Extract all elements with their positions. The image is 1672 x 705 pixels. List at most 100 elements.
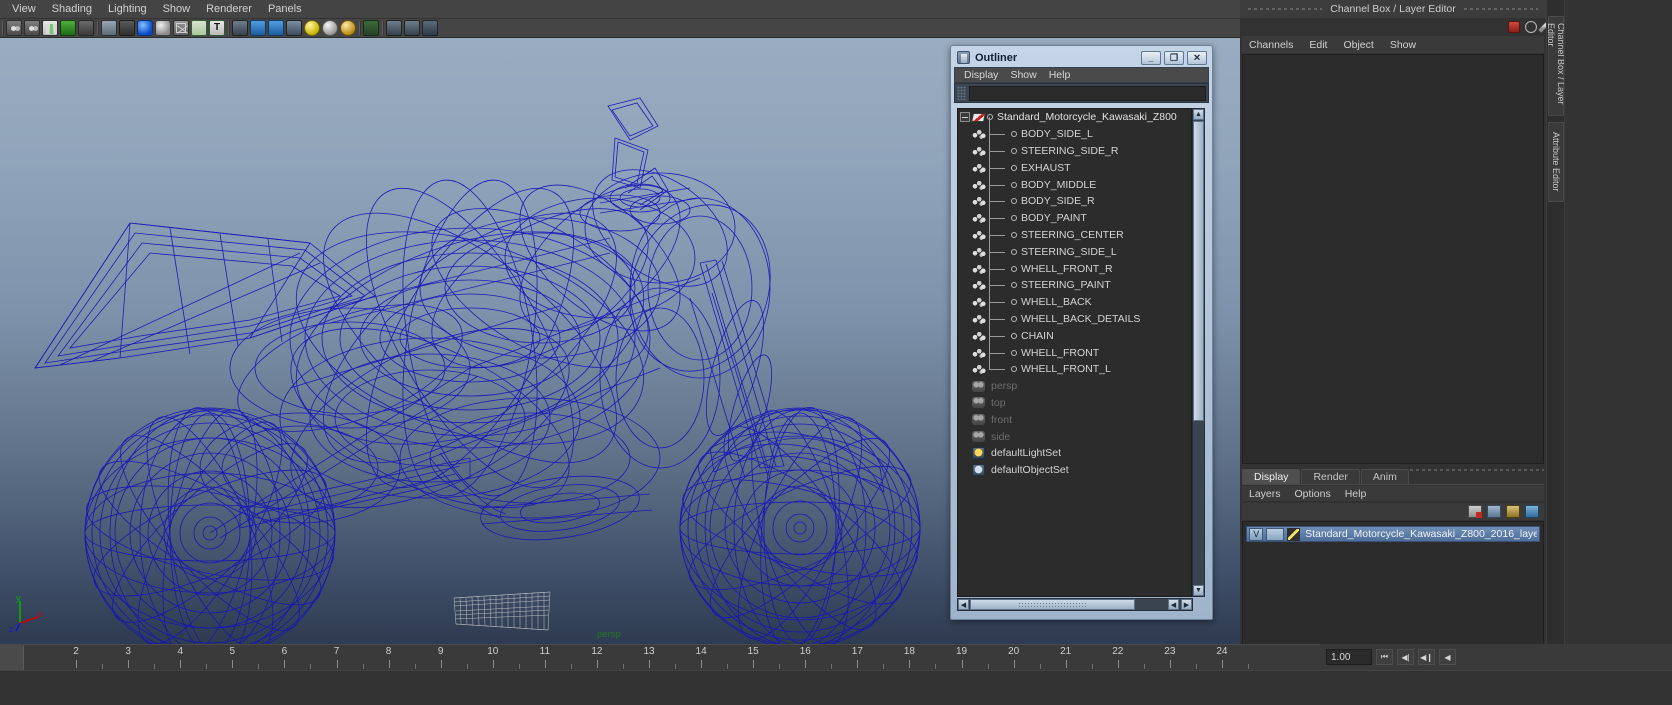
collapse-expander-icon[interactable] [960, 112, 970, 123]
camera-attributes-icon[interactable] [6, 20, 22, 36]
layer-a-icon[interactable] [1506, 505, 1520, 518]
scroll-right-arrow-icon-inner[interactable]: ◀ [1168, 599, 1179, 610]
isolate-select-icon[interactable] [363, 20, 379, 36]
vertical-scroll-thumb[interactable] [1193, 121, 1204, 421]
menu-item-show[interactable]: Show [155, 2, 199, 16]
tree-row[interactable]: Standard_Motorcycle_Kawasaki_Z800 [958, 109, 1191, 126]
xray-cube-icon[interactable] [386, 20, 402, 36]
maximize-button[interactable]: ❐ [1164, 50, 1184, 65]
step-back-frame-icon[interactable]: ◀| [1397, 649, 1414, 665]
tab-display[interactable]: Display [1242, 469, 1301, 484]
drag-grip-icon[interactable] [957, 86, 966, 100]
go-to-start-icon[interactable]: ⏮ [1376, 649, 1393, 665]
channel-box-content[interactable] [1242, 54, 1544, 464]
clock-icon[interactable] [1525, 21, 1537, 33]
outliner-search-input[interactable] [969, 85, 1206, 101]
tree-row[interactable]: CHAIN [958, 318, 1191, 344]
layer-b-icon[interactable] [1525, 505, 1539, 518]
vtab-attribute-editor[interactable]: Attribute Editor [1548, 122, 1564, 202]
scroll-up-arrow-icon[interactable]: ▲ [1193, 109, 1204, 120]
tree-row[interactable]: persp [958, 378, 1191, 395]
tree-row[interactable]: STEERING_PAINT [958, 268, 1191, 294]
time-slider-ruler[interactable]: 2 3 4 5 6 7 8 9 10 11 12 13 14 15 16 17 18 19 20 21 22 23 24 [24, 645, 1274, 671]
tree-row[interactable]: defaultObjectSet [958, 462, 1191, 479]
lighting-cube-icon[interactable] [286, 20, 302, 36]
panel-drag-grip-icon[interactable] [1463, 6, 1538, 12]
tree-row[interactable]: EXHAUST [958, 150, 1191, 176]
tree-row[interactable]: WHELL_FRONT [958, 335, 1191, 361]
grid-toggle-icon[interactable] [191, 20, 207, 36]
play-backwards-icon[interactable]: ◀ [1439, 649, 1456, 665]
tree-row[interactable]: BODY_PAINT [958, 201, 1191, 227]
tree-row[interactable]: STEERING_CENTER [958, 217, 1191, 244]
panel-drag-grip-icon[interactable] [1248, 6, 1323, 12]
tab-anim[interactable]: Anim [1360, 469, 1409, 484]
tree-row[interactable]: BODY_SIDE_R [958, 184, 1191, 210]
film-gate-icon[interactable] [119, 20, 135, 36]
exposure-icon[interactable] [42, 20, 58, 36]
scroll-down-arrow-icon[interactable]: ▼ [1193, 585, 1204, 596]
light-gold-icon[interactable] [340, 20, 356, 36]
tree-row[interactable]: BODY_SIDE_L [958, 117, 1191, 143]
cb-menu-object[interactable]: Object [1336, 38, 1380, 52]
light-yellow-icon[interactable] [304, 20, 320, 36]
wireframe-on-shaded-icon[interactable] [232, 20, 248, 36]
tab-render[interactable]: Render [1301, 469, 1360, 484]
red-channel-icon[interactable] [1508, 21, 1520, 33]
shadow-icon[interactable] [422, 20, 438, 36]
outliner-menu-show[interactable]: Show [1004, 69, 1042, 81]
outliner-tree[interactable]: Standard_Motorcycle_Kawasaki_Z800 BODY_S… [957, 108, 1192, 597]
le-menu-options[interactable]: Options [1288, 488, 1338, 500]
light-silver-icon[interactable] [322, 20, 338, 36]
outliner-search-bar[interactable] [954, 83, 1209, 103]
outliner-horizontal-scrollbar[interactable]: ◀ ◀ ▶ [957, 598, 1193, 611]
xray-icon[interactable] [173, 20, 189, 36]
textured-cube-icon[interactable] [268, 20, 284, 36]
le-menu-layers[interactable]: Layers [1242, 488, 1288, 500]
time-slider[interactable]: 2 3 4 5 6 7 8 9 10 11 12 13 14 15 16 17 18 19 20 21 22 23 24 [0, 644, 1320, 671]
le-menu-help[interactable]: Help [1338, 488, 1374, 500]
tree-row[interactable]: BODY_MIDDLE [958, 167, 1191, 193]
tree-row[interactable]: side [958, 428, 1191, 445]
xray-joints-icon[interactable] [404, 20, 420, 36]
scroll-right-arrow-icon[interactable]: ▶ [1181, 599, 1192, 610]
tree-row[interactable]: WHELL_BACK [958, 285, 1191, 311]
menu-item-shading[interactable]: Shading [44, 2, 100, 16]
horizontal-scroll-thumb[interactable] [970, 599, 1135, 610]
outliner-menu-display[interactable]: Display [958, 69, 1004, 81]
cb-menu-channels[interactable]: Channels [1242, 38, 1300, 52]
tree-row[interactable]: WHELL_FRONT_L [958, 352, 1191, 378]
outliner-vertical-scrollbar[interactable]: ▲ ▼ [1192, 108, 1205, 597]
layer-color-swatch[interactable] [1286, 527, 1301, 541]
menu-item-panels[interactable]: Panels [260, 2, 310, 16]
cb-menu-edit[interactable]: Edit [1302, 38, 1334, 52]
tree-row[interactable]: top [958, 395, 1191, 412]
paint-effects-icon[interactable] [60, 20, 76, 36]
sphere-shaded-icon[interactable] [155, 20, 171, 36]
tree-row[interactable]: WHELL_FRONT_R [958, 251, 1191, 277]
outliner-window[interactable]: Outliner _ ❐ ✕ Display Show Help Standar… [950, 45, 1213, 620]
new-layer-icon[interactable] [1468, 505, 1482, 518]
outliner-menu-help[interactable]: Help [1043, 69, 1077, 81]
scroll-left-arrow-icon[interactable]: ◀ [958, 599, 969, 610]
tree-row[interactable]: STEERING_SIDE_L [958, 234, 1191, 260]
menu-item-view[interactable]: View [4, 2, 44, 16]
step-back-key-icon[interactable]: ◀❙ [1418, 649, 1435, 665]
menu-item-renderer[interactable]: Renderer [198, 2, 260, 16]
tree-row[interactable]: STEERING_SIDE_R [958, 133, 1191, 160]
minimize-button[interactable]: _ [1141, 50, 1161, 65]
tree-row[interactable]: defaultLightSet [958, 445, 1191, 462]
new-layer-from-selected-icon[interactable] [1487, 505, 1501, 518]
current-time-field[interactable]: 1.00 [1326, 649, 1372, 665]
camera-settings-icon[interactable] [24, 20, 40, 36]
hardware-texture-icon[interactable] [137, 20, 153, 36]
time-slider-cursor[interactable] [0, 645, 24, 671]
text-display-icon[interactable]: T [209, 20, 225, 36]
tree-row[interactable]: front [958, 411, 1191, 428]
stroke-icon[interactable] [78, 20, 94, 36]
close-button[interactable]: ✕ [1187, 50, 1207, 65]
outliner-title-bar[interactable]: Outliner _ ❐ ✕ [954, 49, 1209, 66]
menu-item-lighting[interactable]: Lighting [100, 2, 155, 16]
layer-playback-toggle[interactable] [1266, 527, 1284, 541]
shaded-cube-icon[interactable] [250, 20, 266, 36]
